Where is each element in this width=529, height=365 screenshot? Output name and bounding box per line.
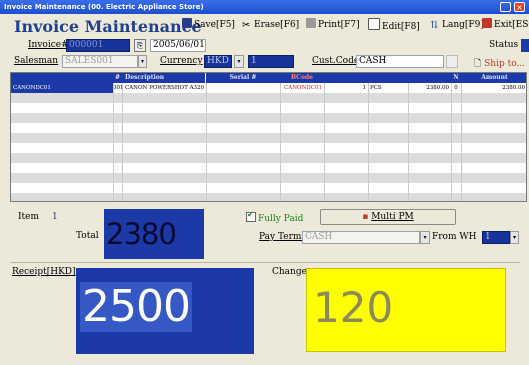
from-wh-dropdown-icon[interactable]: ▾ (510, 231, 519, 244)
column-divider (206, 83, 207, 201)
window-title: Invoice Maintenance (00. Electric Applia… (4, 3, 204, 11)
payment-icon: ▪ (362, 212, 369, 222)
minimize-button[interactable]: _ (500, 2, 511, 12)
column-header-amount[interactable]: Amount (461, 73, 526, 83)
table-row-empty[interactable] (11, 153, 526, 163)
pay-terms-field[interactable]: CASH (302, 231, 420, 244)
row-bcode-cell[interactable]: CANONDC01 (280, 83, 324, 93)
column-header-description[interactable]: Description (122, 73, 206, 83)
invoice-lines-table: # Description Serial # BCode N Amount CA… (10, 72, 527, 202)
check-icon (246, 210, 256, 222)
row-unit-cell[interactable]: PCS (368, 83, 408, 93)
exchange-rate-field[interactable]: 1 (248, 55, 294, 68)
multi-pm-button[interactable]: ▪ Multi PM (320, 209, 456, 225)
column-header-bcode[interactable]: BCode (280, 73, 325, 83)
change-display: 120 (306, 268, 506, 352)
item-label: Item (18, 212, 40, 222)
page-title: Invoice Maintenance (14, 17, 202, 36)
table-row-empty[interactable] (11, 103, 526, 113)
row-qty-cell[interactable]: 1 (324, 83, 368, 93)
column-header-code[interactable] (11, 73, 114, 83)
receipt-display[interactable]: 2500 (76, 268, 254, 354)
salesman-label: Salesman (14, 56, 59, 66)
table-row-empty[interactable] (11, 113, 526, 123)
item-count: 1 (52, 212, 58, 222)
print-button[interactable]: Print[F7] (304, 18, 360, 33)
cust-lookup-icon[interactable] (446, 55, 458, 68)
printer-icon (306, 18, 316, 28)
invoice-date-field[interactable]: 2005/06/01 (150, 39, 206, 52)
fully-paid-checkbox[interactable]: Fully Paid (246, 210, 303, 224)
pay-terms-label: Pay Terms (259, 232, 307, 242)
currency-dropdown-icon[interactable]: ▾ (234, 55, 244, 68)
row-n-cell[interactable]: 0 (451, 83, 461, 93)
table-row[interactable]: CANONDC01 001 CANON POWERSHOT A320 CANON… (11, 83, 526, 93)
table-row-empty[interactable] (11, 123, 526, 133)
close-button[interactable]: × (514, 2, 525, 12)
column-header-unit[interactable] (368, 73, 409, 83)
column-header-serial[interactable]: Serial # (206, 73, 281, 83)
invoice-lookup-icon[interactable]: ⎘ (134, 39, 146, 52)
scissors-icon: ✂ (242, 20, 251, 31)
column-divider (122, 83, 123, 201)
column-divider (408, 83, 409, 201)
save-icon (182, 18, 192, 28)
column-divider (113, 83, 114, 201)
column-divider (280, 83, 281, 201)
edit-icon (368, 18, 380, 30)
currency-field[interactable]: HKD (204, 55, 232, 68)
row-code-cell[interactable]: CANONDC01 (11, 83, 113, 93)
column-header-price[interactable] (408, 73, 452, 83)
from-wh-label: From WH (432, 232, 477, 242)
erase-button[interactable]: ✂ Erase[F6] (240, 18, 299, 33)
receipt-label: Receipt[HKD] (12, 267, 76, 277)
pay-terms-dropdown-icon[interactable]: ▾ (420, 231, 430, 244)
table-row-empty[interactable] (11, 93, 526, 103)
cust-code-label: Cust.Code (312, 56, 360, 66)
total-value: 2380 (106, 217, 177, 251)
exit-button[interactable]: Exit[ESC (480, 18, 529, 33)
salesman-dropdown-icon[interactable]: ▾ (138, 55, 147, 68)
exit-icon (482, 18, 492, 28)
column-divider (451, 83, 452, 201)
invoice-label: Invoice# (28, 40, 69, 50)
change-label: Change (272, 267, 307, 277)
row-amount-cell: 2380.00 (502, 85, 525, 91)
status-label: Status (489, 40, 519, 50)
divider (10, 262, 520, 263)
column-divider (368, 83, 369, 201)
currency-label: Currency (160, 56, 203, 66)
document-icon: 🗋 (474, 59, 485, 69)
column-header-qty[interactable] (324, 73, 369, 83)
ship-to-link[interactable]: 🗋 Ship to... (474, 56, 525, 72)
column-divider (461, 83, 462, 201)
window-titlebar: Invoice Maintenance (00. Electric Applia… (0, 0, 529, 14)
save-button[interactable]: Save[F5] (180, 18, 235, 33)
cust-code-field[interactable]: CASH (356, 55, 444, 68)
row-serial-cell[interactable] (206, 83, 280, 93)
row-number-cell: 001 (113, 85, 122, 91)
table-row-empty[interactable] (11, 133, 526, 143)
edit-button[interactable]: Edit[F8] (366, 18, 420, 33)
lang-button[interactable]: ⇅ Lang[F9] (428, 18, 484, 33)
table-row-empty[interactable] (11, 193, 526, 201)
status-indicator (521, 39, 529, 52)
total-display: 2380 (104, 209, 204, 259)
change-value: 120 (313, 283, 394, 332)
receipt-value[interactable]: 2500 (80, 282, 192, 332)
table-row-empty[interactable] (11, 163, 526, 173)
salesman-field[interactable]: SALES001 (62, 55, 138, 68)
row-description-cell[interactable]: CANON POWERSHOT A320 (122, 83, 206, 93)
table-row-empty[interactable] (11, 143, 526, 153)
invoice-number-field[interactable]: 000001 (66, 39, 130, 52)
total-label: Total (76, 231, 99, 241)
row-price-cell[interactable]: 2380.00 (408, 83, 451, 93)
table-row-empty[interactable] (11, 183, 526, 193)
column-divider (324, 83, 325, 201)
table-row-empty[interactable] (11, 173, 526, 183)
language-icon: ⇅ (430, 20, 439, 31)
from-wh-field[interactable]: 1 (482, 231, 510, 244)
